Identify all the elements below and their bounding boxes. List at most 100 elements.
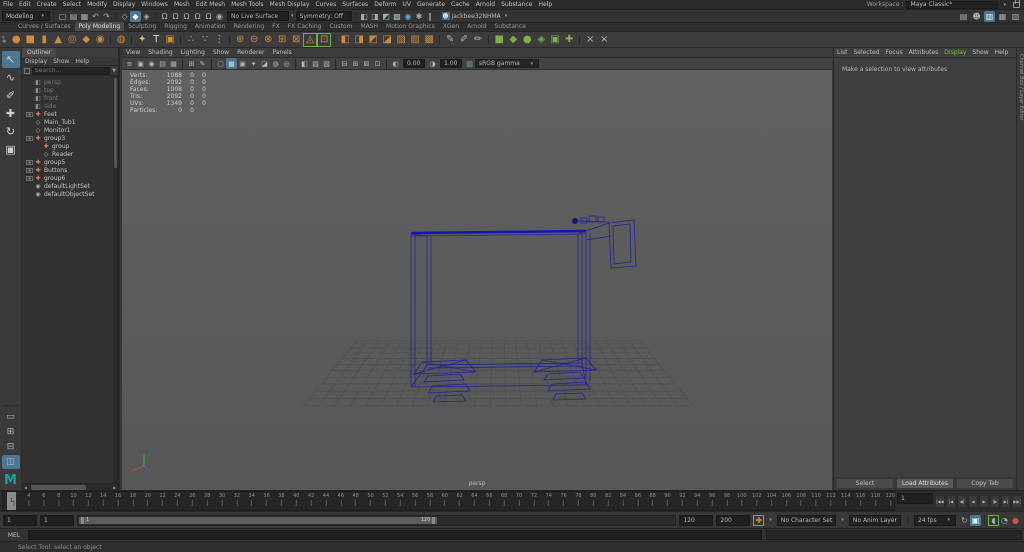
select-camera-icon[interactable]: ≡ (124, 58, 135, 69)
bookmark-icon[interactable]: ▤ (157, 58, 168, 69)
outliner-item-main-tub1[interactable]: ◇ Main_Tub1 (22, 118, 118, 126)
animation-start-field[interactable]: 1 (3, 514, 37, 526)
play-forwards-button[interactable]: ▶ (979, 494, 989, 508)
scroll-left-icon[interactable]: ◀ (22, 485, 29, 490)
layout-single-pane-icon[interactable]: ▭ (2, 410, 20, 424)
mel-label[interactable]: MEL (0, 532, 28, 539)
ae-menu-selected[interactable]: Selected (851, 49, 883, 56)
snap-grid-icon[interactable]: Ω (159, 11, 170, 22)
menu-uv[interactable]: UV (400, 1, 415, 8)
poly-disc-icon[interactable]: ◉ (93, 33, 107, 47)
load-attributes-button[interactable]: Load Attributes (896, 478, 954, 489)
gamma-field[interactable]: 1.00 (440, 59, 462, 68)
use-all-lights-icon[interactable]: ✦ (248, 58, 259, 69)
ae-menu-display[interactable]: Display (941, 49, 969, 56)
field-chart-icon[interactable]: ⊟ (339, 58, 350, 69)
gate-mask-icon[interactable]: ⊠ (361, 58, 372, 69)
curve-pencil-icon[interactable]: ✎ (443, 33, 457, 47)
svg-tool-icon[interactable]: ▣ (163, 33, 177, 47)
snap-curve-icon[interactable]: Ω (170, 11, 181, 22)
humanik-icon[interactable]: ☻ (971, 11, 982, 22)
shelf-tab-poly-modeling[interactable]: Poly Modeling (74, 22, 125, 31)
shelf-tab-xgen[interactable]: XGen (439, 22, 463, 31)
move-tool-icon[interactable]: ✚ (2, 105, 20, 122)
render-icon[interactable]: ▩ (392, 11, 403, 22)
curve-edit-icon[interactable]: ✐ (457, 33, 471, 47)
isolate-select-icon[interactable]: ◧ (299, 58, 310, 69)
copy-tab-button[interactable]: Copy Tab (956, 478, 1014, 489)
shelf-tab-mash[interactable]: MASH (356, 22, 382, 31)
multi-cut-icon[interactable]: × (583, 33, 597, 47)
outliner-filter-checkbox[interactable] (24, 67, 30, 74)
menu-windows[interactable]: Windows (138, 1, 171, 8)
2d-pan-zoom-icon[interactable]: ⊞ (186, 58, 197, 69)
shelf-tab-animation[interactable]: Animation (191, 22, 230, 31)
panel-menu-lighting[interactable]: Lighting (177, 49, 209, 56)
ae-menu-list[interactable]: List (834, 49, 851, 56)
exposure-icon[interactable]: ◐ (390, 58, 401, 69)
snap-projected-center-icon[interactable]: Ω (192, 11, 203, 22)
playback-start-field[interactable]: 1 (40, 514, 74, 526)
outliner-filter-icon[interactable]: ▼ (112, 68, 116, 74)
shelf-tab-motion-graphics[interactable]: Motion Graphics (382, 22, 439, 31)
wedge-icon[interactable]: ▧ (394, 33, 408, 47)
outliner-menu-help[interactable]: Help (72, 58, 92, 65)
expand-icon[interactable]: + (26, 135, 33, 141)
input-connections-icon[interactable]: ◧ (359, 11, 370, 22)
play-backwards-button[interactable]: ◀ (968, 494, 978, 508)
workspace-caret-icon[interactable]: ▾ (1003, 2, 1006, 8)
expand-icon[interactable]: + (26, 159, 33, 165)
anim-layer-caret-icon[interactable]: ▾ (841, 517, 844, 523)
image-plane-icon[interactable]: ▦ (168, 58, 179, 69)
menu-surfaces[interactable]: Surfaces (339, 1, 371, 8)
shaded-mode-icon[interactable]: ■ (226, 58, 237, 69)
layout-outliner-persp-icon[interactable]: ◫ (1, 455, 20, 469)
menu-edit[interactable]: Edit (16, 1, 34, 8)
playback-options-icon[interactable]: ▣ (970, 514, 981, 526)
bridge-icon[interactable]: ◩ (366, 33, 380, 47)
character-controls-icon[interactable]: ∴ (184, 33, 198, 47)
grease-pencil-icon[interactable]: ✎ (197, 58, 208, 69)
ae-menu-help[interactable]: Help (992, 49, 1012, 56)
outliner-item-defaultlightset[interactable]: ◉ defaultLightSet (22, 182, 118, 190)
render-settings-icon[interactable]: ✱ (414, 11, 425, 22)
menu-select[interactable]: Select (60, 1, 85, 8)
poly-cylinder-icon[interactable]: ▮ (37, 33, 51, 47)
poly-cube-icon[interactable]: ■ (23, 33, 37, 47)
motion-blur-icon[interactable]: ◎ (281, 58, 292, 69)
auto-key-icon[interactable]: ● (1010, 515, 1021, 526)
fill-hole-icon[interactable]: ◪ (380, 33, 394, 47)
output-connections-icon[interactable]: ◨ (370, 11, 381, 22)
panel-menu-show[interactable]: Show (209, 49, 233, 56)
combine-icon[interactable]: ⊞ (275, 33, 289, 47)
poly-torus-icon[interactable]: ◎ (65, 33, 79, 47)
camera-attributes-icon[interactable]: ◉ (146, 58, 157, 69)
go-to-end-button[interactable]: ▶▶| (1012, 494, 1022, 508)
menu-mesh-display[interactable]: Mesh Display (267, 1, 313, 8)
menu-curves[interactable]: Curves (312, 1, 339, 8)
snap-point-icon[interactable]: Ω (181, 11, 192, 22)
boolean-difference-icon[interactable]: ⊖ (247, 33, 261, 47)
menu-substance[interactable]: Substance (498, 1, 535, 8)
previous-key-button[interactable]: |◀ (946, 494, 956, 508)
animation-end-field[interactable]: 200 (716, 514, 751, 526)
loop-icon[interactable]: ↻ (959, 515, 970, 526)
select-tool-icon[interactable]: ↖ (1, 51, 20, 68)
range-start-handle[interactable] (81, 516, 84, 524)
bevel-icon[interactable]: ▨ (408, 33, 422, 47)
knife-icon[interactable]: ✏ (471, 33, 485, 47)
shelf-tab-curves-surfaces[interactable]: Curves / Surfaces (14, 22, 75, 31)
outliner-search-input[interactable] (32, 66, 111, 75)
wireframe-mode-icon[interactable]: ▢ (215, 58, 226, 69)
ipr-render-icon[interactable]: ◉ (403, 11, 414, 22)
outliner-horizontal-scrollbar[interactable]: ◀ ▶ (22, 483, 118, 490)
menu-create[interactable]: Create (34, 1, 60, 8)
insert-edge-loop-icon[interactable]: ● (520, 33, 534, 47)
exposure-field[interactable]: 0.00 (403, 59, 425, 68)
expand-icon[interactable]: + (26, 167, 33, 173)
select-hierarchy-icon[interactable]: ◇ (119, 11, 130, 22)
select-object-icon[interactable]: ◆ (130, 10, 141, 22)
poly-cone-icon[interactable]: ▲ (51, 33, 65, 47)
wireframe-on-shaded-icon[interactable]: ▧ (321, 58, 332, 69)
shelf-tab-sculpting[interactable]: Sculpting (124, 22, 160, 31)
